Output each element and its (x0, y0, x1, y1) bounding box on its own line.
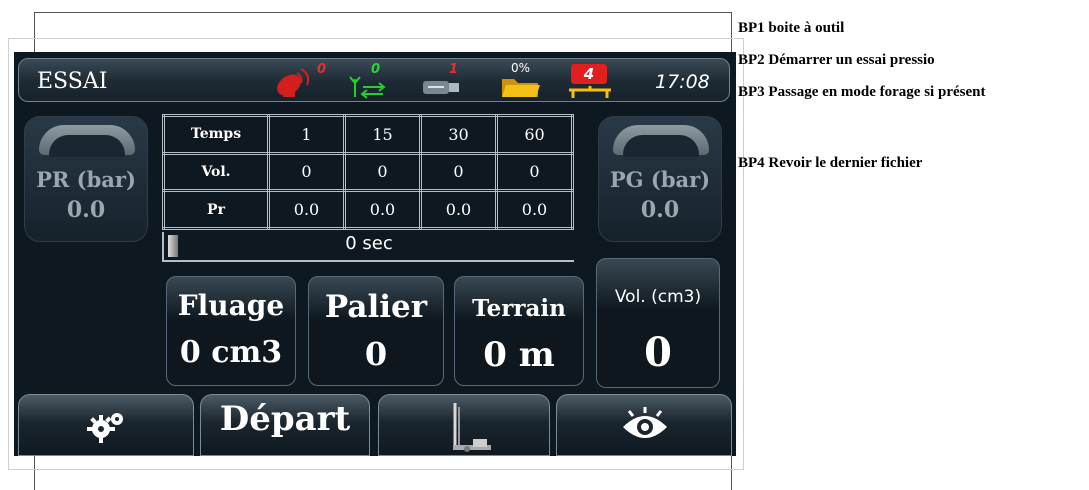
pr-gauge: PR (bar) 0.0 (24, 116, 148, 242)
clock: 17:08 (655, 71, 710, 93)
terrain-card: Terrain 0 m (454, 276, 584, 386)
note-bp1: BP1 boite à outil (738, 20, 845, 36)
pg-value: 0.0 (640, 197, 680, 223)
start-button-label: Départ (219, 399, 351, 439)
toolbox-button[interactable] (18, 394, 194, 456)
note-bp4: BP4 Revoir le dernier fichier (738, 155, 923, 171)
table-cell: 30 (419, 114, 498, 155)
table-cell: 0.0 (343, 189, 422, 230)
drilling-mode-button[interactable] (378, 394, 550, 456)
folder-icon (502, 79, 540, 97)
table-row: Temps 1 15 30 60 (162, 114, 574, 155)
table-cell: Pr (162, 189, 270, 230)
gears-icon (87, 413, 123, 443)
fluage-value: 0 cm3 (179, 335, 283, 370)
review-last-file-button[interactable] (556, 394, 732, 456)
table-cell: 60 (495, 114, 574, 155)
folder-usage: 0% (511, 61, 531, 75)
pg-label: PG (bar) (609, 167, 711, 192)
eye-icon (623, 407, 667, 438)
status-bar: ESSAI 0 0 1 0% 4 17:08 (18, 58, 730, 102)
fluage-card: Fluage 0 cm3 (166, 276, 296, 386)
antenna-icon (349, 76, 386, 99)
table-cell: Temps (162, 114, 270, 155)
drilling-rig-icon (453, 403, 491, 452)
elapsed-progress-bar: 0 sec (162, 232, 574, 262)
table-cell: 0.0 (419, 189, 498, 230)
volume-card: Vol. (cm3) 0 (596, 258, 720, 388)
pr-gauge-arc (39, 125, 135, 157)
satellite-icon (277, 68, 310, 97)
table-row: Pr 0.0 0.0 0.0 0.0 (162, 189, 574, 230)
note-bp3: BP3 Passage en mode forage si présent (738, 84, 986, 100)
device-screen: ESSAI 0 0 1 0% 4 17:08 PR (bar) 0.0 PG (… (14, 52, 736, 456)
pr-value: 0.0 (66, 197, 106, 223)
device-count: 4 (583, 65, 595, 83)
elapsed-time: 0 sec (345, 233, 393, 254)
table-row: Vol. 0 0 0 0 (162, 151, 574, 193)
device-badge: 4 (571, 64, 607, 84)
palier-card: Palier 0 (308, 276, 444, 386)
usb-count: 1 (449, 62, 459, 77)
usb-icon (423, 81, 459, 94)
volume-value: 0 (644, 329, 672, 376)
device-icon (569, 86, 611, 98)
terrain-value: 0 m (483, 335, 555, 375)
antenna-count: 0 (371, 62, 381, 77)
table-cell: 0 (419, 151, 498, 193)
pg-gauge: PG (bar) 0.0 (598, 116, 722, 242)
table-cell: 0.0 (495, 189, 574, 230)
table-cell: 15 (343, 114, 422, 155)
pg-gauge-arc (613, 125, 709, 157)
table-cell: 0 (343, 151, 422, 193)
palier-label: Palier (324, 289, 428, 325)
table-cell: 0 (495, 151, 574, 193)
table-cell: 1 (267, 114, 346, 155)
volume-label: Vol. (cm3) (614, 287, 702, 307)
terrain-label: Terrain (472, 295, 566, 322)
table-cell: Vol. (162, 151, 270, 193)
note-bp2: BP2 Démarrer un essai pressio (738, 52, 935, 68)
screen-title: ESSAI (37, 69, 108, 94)
table-cell: 0.0 (267, 189, 346, 230)
fluage-label: Fluage (177, 289, 285, 322)
satellite-count: 0 (317, 62, 327, 77)
palier-value: 0 (364, 335, 388, 373)
pr-label: PR (bar) (36, 167, 136, 192)
measurement-table: Temps 1 15 30 60 Vol. 0 0 0 0 Pr 0.0 0.0… (162, 114, 574, 230)
start-button[interactable]: Départ (200, 394, 370, 456)
table-cell: 0 (267, 151, 346, 193)
